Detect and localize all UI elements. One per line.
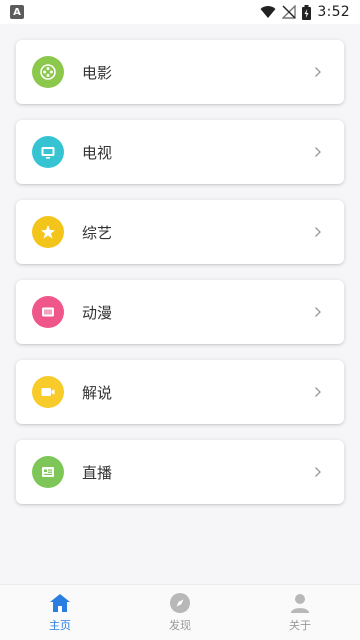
category-card-movie[interactable]: 电影 bbox=[16, 40, 344, 104]
camera-icon bbox=[32, 376, 64, 408]
chevron-right-icon bbox=[312, 386, 324, 398]
nav-label-about: 关于 bbox=[289, 619, 311, 632]
category-label: 电影 bbox=[82, 63, 113, 82]
wifi-icon bbox=[260, 6, 276, 19]
category-card-variety[interactable]: 综艺 bbox=[16, 200, 344, 264]
battery-icon bbox=[302, 4, 312, 20]
anime-icon bbox=[32, 296, 64, 328]
broadcast-icon bbox=[32, 456, 64, 488]
chevron-right-icon bbox=[312, 306, 324, 318]
a-box-icon: A bbox=[10, 5, 24, 19]
category-label: 解说 bbox=[82, 383, 113, 402]
chevron-right-icon bbox=[312, 226, 324, 238]
nav-discover[interactable]: 发现 bbox=[120, 585, 240, 640]
chevron-right-icon bbox=[312, 466, 324, 478]
home-icon bbox=[50, 594, 70, 612]
nav-home[interactable]: 主页 bbox=[0, 585, 120, 640]
status-bar: A 3:52 bbox=[0, 0, 360, 24]
category-card-tv[interactable]: 电视 bbox=[16, 120, 344, 184]
chevron-right-icon bbox=[312, 146, 324, 158]
category-label: 电视 bbox=[82, 143, 113, 162]
clock-time: 3:52 bbox=[317, 4, 350, 20]
category-card-anime[interactable]: 动漫 bbox=[16, 280, 344, 344]
category-label: 直播 bbox=[82, 463, 113, 482]
category-label: 动漫 bbox=[82, 303, 113, 322]
star-icon bbox=[32, 216, 64, 248]
category-card-commentary[interactable]: 解说 bbox=[16, 360, 344, 424]
bottom-navigation: 主页 发现 关于 bbox=[0, 584, 360, 640]
nav-label-home: 主页 bbox=[49, 619, 71, 632]
compass-icon bbox=[170, 593, 190, 613]
chevron-right-icon bbox=[312, 66, 324, 78]
category-label: 综艺 bbox=[82, 223, 113, 242]
nav-about[interactable]: 关于 bbox=[240, 585, 360, 640]
tv-icon bbox=[32, 136, 64, 168]
nav-label-discover: 发现 bbox=[169, 619, 191, 632]
no-signal-icon bbox=[282, 5, 297, 19]
user-icon bbox=[291, 594, 309, 613]
category-card-live[interactable]: 直播 bbox=[16, 440, 344, 504]
film-reel-icon bbox=[32, 56, 64, 88]
app-screen: A 3:52 电影 电视 综艺 动漫 解说 直播 主页 发现 关于 bbox=[0, 0, 360, 640]
